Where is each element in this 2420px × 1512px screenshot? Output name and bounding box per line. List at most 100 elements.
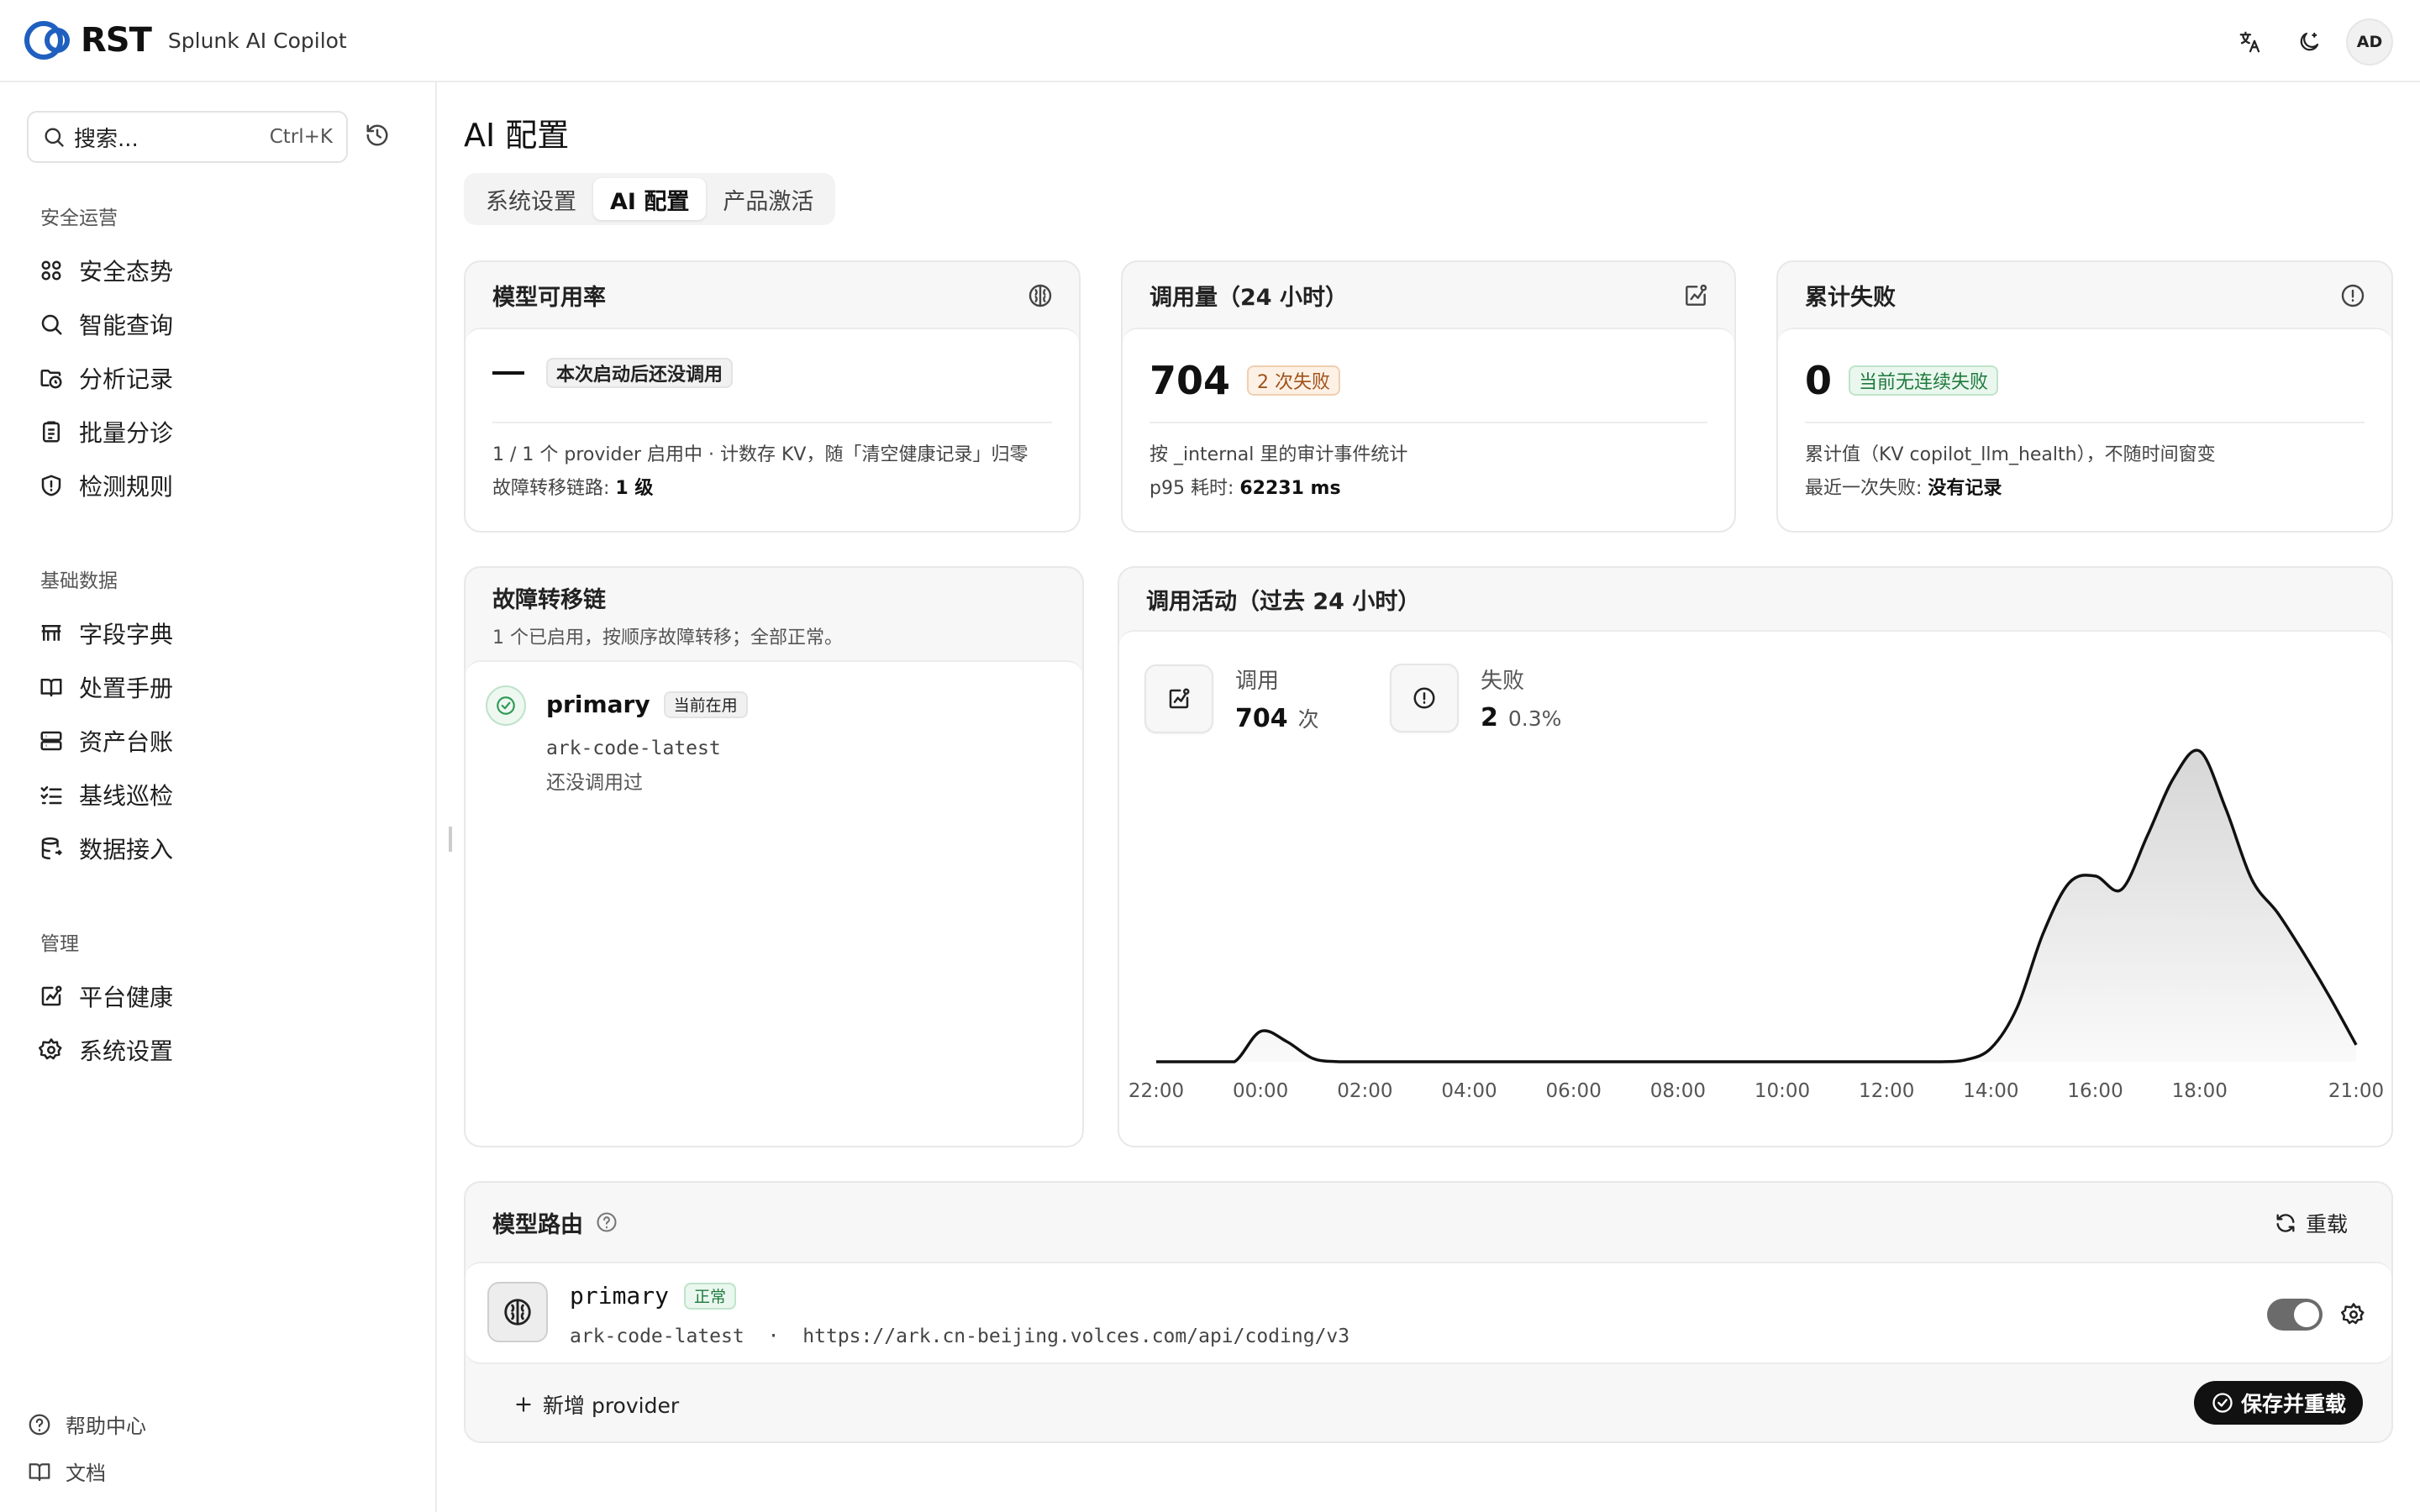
calls-card-body: 704 2 次失败 按 _internal 里的审计事件统计 p95 耗时: 6… [1123, 328, 1734, 531]
failures-card-body: 0 当前无连续失败 累计值（KV copilot_llm_health），不随时… [1778, 328, 2391, 531]
add-provider-label: 新增 provider [543, 1394, 680, 1418]
status-badge: 本次启动后还没调用 [546, 358, 734, 388]
shield-alert-icon [41, 475, 61, 496]
reload-button[interactable]: 重载 [2274, 1208, 2348, 1238]
empty-value-dash [492, 371, 524, 375]
server-icon [40, 731, 62, 751]
model-routing-title: 模型路由 [492, 1211, 583, 1238]
calls-card: 调用量（24 小时） 704 2 次失败 按 _internal 里的审计事件统… [1121, 260, 1736, 533]
failures-card-title: 累计失败 [1805, 284, 1896, 311]
model-routing-header: 模型路由 重载 [466, 1183, 2391, 1262]
search-placeholder: 搜索... [74, 126, 139, 152]
sidebar-item-settings[interactable]: 系统设置 [39, 1030, 173, 1070]
sidebar-item-label: 数据接入 [79, 836, 174, 864]
calls-value: 704 [1150, 358, 1231, 403]
sidebar-item-label: 分析记录 [79, 365, 174, 393]
calls-desc-line2: p95 耗时: 62231 ms [1150, 472, 1707, 506]
tab-product-activation[interactable]: 产品激活 [706, 178, 830, 220]
check-circle-icon [486, 685, 526, 726]
search-icon [41, 314, 62, 335]
theme-moon-icon[interactable] [2287, 20, 2331, 64]
failures-stat: 0 当前无连续失败 [1805, 358, 1999, 403]
app-root: RST Splunk AI Copilot AD 搜索... Ctrl+K 安全… [0, 0, 2420, 1512]
sidebar-item-playbook[interactable]: 处置手册 [39, 667, 173, 707]
logo[interactable]: RST Splunk AI Copilot [24, 18, 347, 62]
sidebar-item-label: 检测规则 [79, 473, 174, 501]
sidebar-item-ingest[interactable]: 数据接入 [39, 828, 173, 869]
x-tick-label: 18:00 [2171, 1080, 2228, 1102]
sidebar-item-fields[interactable]: 字段字典 [39, 613, 173, 654]
gear-icon[interactable] [2341, 1302, 2366, 1327]
sidebar-item-rules[interactable]: 检测规则 [39, 465, 173, 506]
sidebar-item-records[interactable]: 分析记录 [39, 358, 173, 398]
failures-card-header: 累计失败 [1778, 262, 2391, 328]
docs-link[interactable]: 文档 [27, 1457, 106, 1486]
translate-icon[interactable] [2228, 20, 2272, 64]
last-failure-label: 最近一次失败: [1805, 478, 1928, 499]
route-enabled-toggle[interactable] [2267, 1299, 2323, 1331]
sidebar-item-label: 处置手册 [79, 675, 174, 702]
failures-desc-line2: 最近一次失败: 没有记录 [1805, 472, 2365, 506]
x-tick-label: 00:00 [1233, 1080, 1289, 1102]
history-icon[interactable] [365, 123, 390, 151]
divider [1805, 422, 2365, 423]
x-tick-label: 22:00 [1128, 1080, 1185, 1102]
save-and-reload-label: 保存并重载 [2240, 1392, 2346, 1416]
check-circle-icon [2212, 1393, 2233, 1413]
availability-stat: 本次启动后还没调用 [492, 358, 734, 388]
sidebar-item-health[interactable]: 平台健康 [39, 976, 173, 1016]
route-name: primary [570, 1282, 670, 1310]
sidebar-item-label: 平台健康 [79, 984, 174, 1011]
sidebar-resize-handle[interactable] [449, 827, 452, 852]
grid-icon [41, 260, 61, 281]
sidebar-item-label: 系统设置 [79, 1037, 174, 1065]
help-center-link[interactable]: 帮助中心 [27, 1410, 146, 1439]
availability-desc-line1: 1 / 1 个 provider 启用中 · 计数存 KV，随「清空健康记录」归… [492, 444, 1028, 465]
app-name: Splunk AI Copilot [167, 28, 347, 53]
avatar[interactable]: AD [2346, 18, 2393, 66]
sidebar-item-label: 批量分诊 [79, 419, 174, 447]
help-circle-icon[interactable] [595, 1210, 618, 1234]
route-url: https://ark.cn-beijing.volces.com/api/co… [802, 1326, 1350, 1347]
save-and-reload-button[interactable]: 保存并重载 [2193, 1381, 2363, 1425]
search-input[interactable]: 搜索... Ctrl+K [27, 111, 348, 163]
folder-clock-icon [40, 370, 62, 389]
provider-model: ark-code-latest [546, 738, 721, 759]
tab-system-settings[interactable]: 系统设置 [469, 178, 593, 220]
route-name-row: primary 正常 [570, 1282, 737, 1310]
sidebar-item-baseline[interactable]: 基线巡检 [39, 774, 173, 815]
add-provider-button[interactable]: 新增 provider [513, 1389, 679, 1420]
sidebar-item-triage[interactable]: 批量分诊 [39, 412, 173, 452]
help-circle-icon [29, 1414, 50, 1435]
x-tick-label: 08:00 [1649, 1080, 1707, 1102]
x-tick-label: 21:00 [2328, 1080, 2385, 1102]
sidebar: 搜索... Ctrl+K 安全运营 安全态势 智能查询 分析记录 批量分诊 检测… [0, 82, 437, 1512]
activity-area-chart [1155, 748, 2358, 1063]
book-open-icon [29, 1462, 50, 1481]
sidebar-item-assets[interactable]: 资产台账 [39, 721, 173, 761]
book-open-icon [40, 679, 62, 697]
failures-value: 0 [1805, 358, 1833, 403]
tab-ai-config[interactable]: AI 配置 [593, 178, 707, 220]
page-title: AI 配置 [464, 117, 570, 154]
sidebar-item-label: 安全态势 [79, 258, 174, 286]
failover-chain-body: primary 当前在用 ark-code-latest 还没调用过 [466, 660, 1082, 1146]
route-row-primary: primary 正常 ark-code-latest · https://ark… [466, 1262, 2391, 1364]
calls-stat: 704 2 次失败 [1150, 358, 1341, 403]
table-icon [41, 625, 61, 641]
sidebar-item-query[interactable]: 智能查询 [39, 304, 173, 344]
x-tick-label: 10:00 [1754, 1080, 1811, 1102]
x-tick-label: 12:00 [1859, 1080, 1915, 1102]
help-center-label: 帮助中心 [66, 1415, 146, 1438]
calls-card-header: 调用量（24 小时） [1123, 262, 1734, 328]
activity-card-header: 调用活动（过去 24 小时） [1119, 568, 2391, 630]
p95-label: p95 耗时: [1150, 478, 1240, 499]
last-failure-value: 没有记录 [1928, 478, 2002, 499]
search-shortcut: Ctrl+K [269, 126, 333, 148]
status-badge: 正常 [684, 1282, 737, 1310]
header-actions: AD [2228, 18, 2393, 66]
nav-group-title-admin: 管理 [40, 933, 79, 955]
availability-card-body: 本次启动后还没调用 1 / 1 个 provider 启用中 · 计数存 KV，… [466, 328, 1079, 531]
sidebar-item-posture[interactable]: 安全态势 [39, 250, 173, 291]
clipboard-list-icon [43, 421, 60, 443]
